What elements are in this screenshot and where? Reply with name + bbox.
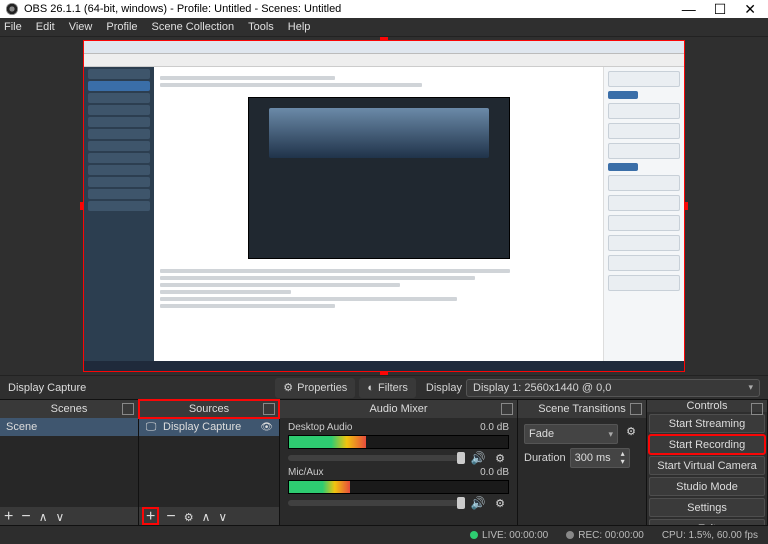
status-bar: LIVE: 00:00:00 REC: 00:00:00 CPU: 1.5%, …	[0, 525, 768, 544]
display-label: Display	[426, 382, 462, 394]
controls-dock: Controls Start Streaming Start Recording…	[647, 400, 768, 525]
popout-icon[interactable]	[630, 403, 642, 415]
properties-button[interactable]: Properties	[275, 378, 355, 398]
sources-dock: Sources 🖵 Display Capture	[139, 400, 280, 525]
audio-channel-desktop: Desktop Audio 0.0 dB 🔊	[288, 422, 509, 465]
minimize-button[interactable]: —	[676, 2, 702, 16]
add-scene-button[interactable]	[4, 508, 13, 524]
scenes-dock: Scenes Scene	[0, 400, 139, 525]
channel-name: Mic/Aux	[288, 467, 324, 478]
scene-down-button[interactable]	[55, 508, 64, 524]
menu-bar: File Edit View Profile Scene Collection …	[0, 18, 768, 37]
source-properties-button[interactable]	[184, 508, 194, 524]
menu-scene-collection[interactable]: Scene Collection	[152, 21, 235, 33]
captured-screen-content	[84, 41, 684, 371]
channel-settings-button[interactable]	[491, 451, 509, 465]
rec-status: REC: 00:00:00	[566, 530, 644, 541]
menu-profile[interactable]: Profile	[106, 21, 137, 33]
close-button[interactable]: ✕	[738, 2, 762, 16]
mixer-body: Desktop Audio 0.0 dB 🔊 Mic/Aux 0.0 dB 🔊	[280, 418, 517, 525]
channel-db: 0.0 dB	[480, 467, 509, 478]
scene-item[interactable]: Scene	[0, 418, 138, 436]
source-down-button[interactable]	[218, 508, 227, 524]
remove-scene-button[interactable]	[21, 508, 30, 524]
live-indicator-icon	[470, 531, 478, 539]
controls-header[interactable]: Controls	[647, 400, 767, 412]
channel-name: Desktop Audio	[288, 422, 353, 433]
audio-channel-mic: Mic/Aux 0.0 dB 🔊	[288, 467, 509, 510]
start-virtual-camera-button[interactable]: Start Virtual Camera	[649, 456, 765, 475]
start-recording-button[interactable]: Start Recording	[649, 435, 765, 454]
dock-row: Scenes Scene Sources 🖵 Display Capture	[0, 399, 768, 525]
scenes-list[interactable]: Scene	[0, 418, 138, 507]
menu-tools[interactable]: Tools	[248, 21, 274, 33]
menu-edit[interactable]: Edit	[36, 21, 55, 33]
transitions-header[interactable]: Scene Transitions	[518, 400, 646, 418]
preview-area[interactable]	[0, 37, 768, 375]
visibility-toggle-icon[interactable]	[260, 421, 273, 433]
remove-source-button[interactable]	[166, 508, 175, 524]
popout-icon[interactable]	[751, 403, 763, 415]
rec-indicator-icon	[566, 531, 574, 539]
start-streaming-button[interactable]: Start Streaming	[649, 414, 765, 433]
gear-icon	[283, 381, 293, 394]
audio-mixer-dock: Audio Mixer Desktop Audio 0.0 dB 🔊 Mic/Au…	[280, 400, 518, 525]
volume-slider[interactable]	[288, 500, 465, 506]
volume-meter	[288, 480, 509, 494]
scenes-header[interactable]: Scenes	[0, 400, 138, 418]
volume-slider[interactable]	[288, 455, 465, 461]
source-up-button[interactable]	[202, 508, 211, 524]
settings-button[interactable]: Settings	[649, 498, 765, 517]
sources-list[interactable]: 🖵 Display Capture	[139, 418, 279, 507]
mixer-header[interactable]: Audio Mixer	[280, 400, 517, 418]
menu-help[interactable]: Help	[288, 21, 311, 33]
duration-label: Duration	[524, 452, 566, 464]
popout-icon[interactable]	[501, 403, 513, 415]
monitor-icon: 🖵	[145, 421, 157, 433]
duration-input[interactable]: 300 ms▴▾	[570, 448, 630, 468]
windows-titlebar: OBS 26.1.1 (64-bit, windows) - Profile: …	[0, 0, 768, 18]
channel-db: 0.0 dB	[480, 422, 509, 433]
mute-button[interactable]: 🔊	[469, 496, 487, 510]
transition-settings-button[interactable]	[622, 424, 640, 438]
scene-transitions-dock: Scene Transitions Fade Duration 300 ms▴▾	[518, 400, 647, 525]
cpu-status: CPU: 1.5%, 60.00 fps	[662, 530, 758, 541]
sources-header[interactable]: Sources	[139, 400, 279, 418]
scene-up-button[interactable]	[39, 508, 48, 524]
window-title: OBS 26.1.1 (64-bit, windows) - Profile: …	[24, 3, 341, 15]
transition-select[interactable]: Fade	[524, 424, 618, 444]
live-status: LIVE: 00:00:00	[470, 530, 548, 541]
maximize-button[interactable]: ☐	[708, 2, 733, 16]
filters-button[interactable]: Filters	[359, 378, 416, 398]
selected-source-label: Display Capture	[8, 382, 86, 394]
source-item[interactable]: 🖵 Display Capture	[139, 418, 279, 436]
add-source-button[interactable]	[143, 508, 158, 524]
obs-app: File Edit View Profile Scene Collection …	[0, 18, 768, 544]
mute-button[interactable]: 🔊	[469, 451, 487, 465]
menu-file[interactable]: File	[4, 21, 22, 33]
popout-icon[interactable]	[122, 403, 134, 415]
sources-toolbar	[139, 507, 279, 525]
scenes-toolbar	[0, 507, 138, 525]
volume-meter	[288, 435, 509, 449]
menu-view[interactable]: View	[69, 21, 93, 33]
display-selector[interactable]: Display 1: 2560x1440 @ 0,0	[466, 379, 760, 397]
popout-icon[interactable]	[263, 403, 275, 415]
display-capture-preview[interactable]	[83, 40, 685, 372]
source-toolbar: Display Capture Properties Filters Displ…	[0, 375, 768, 399]
channel-settings-button[interactable]	[491, 496, 509, 510]
studio-mode-button[interactable]: Studio Mode	[649, 477, 765, 496]
filters-icon	[367, 382, 374, 394]
obs-logo-icon	[6, 3, 18, 15]
